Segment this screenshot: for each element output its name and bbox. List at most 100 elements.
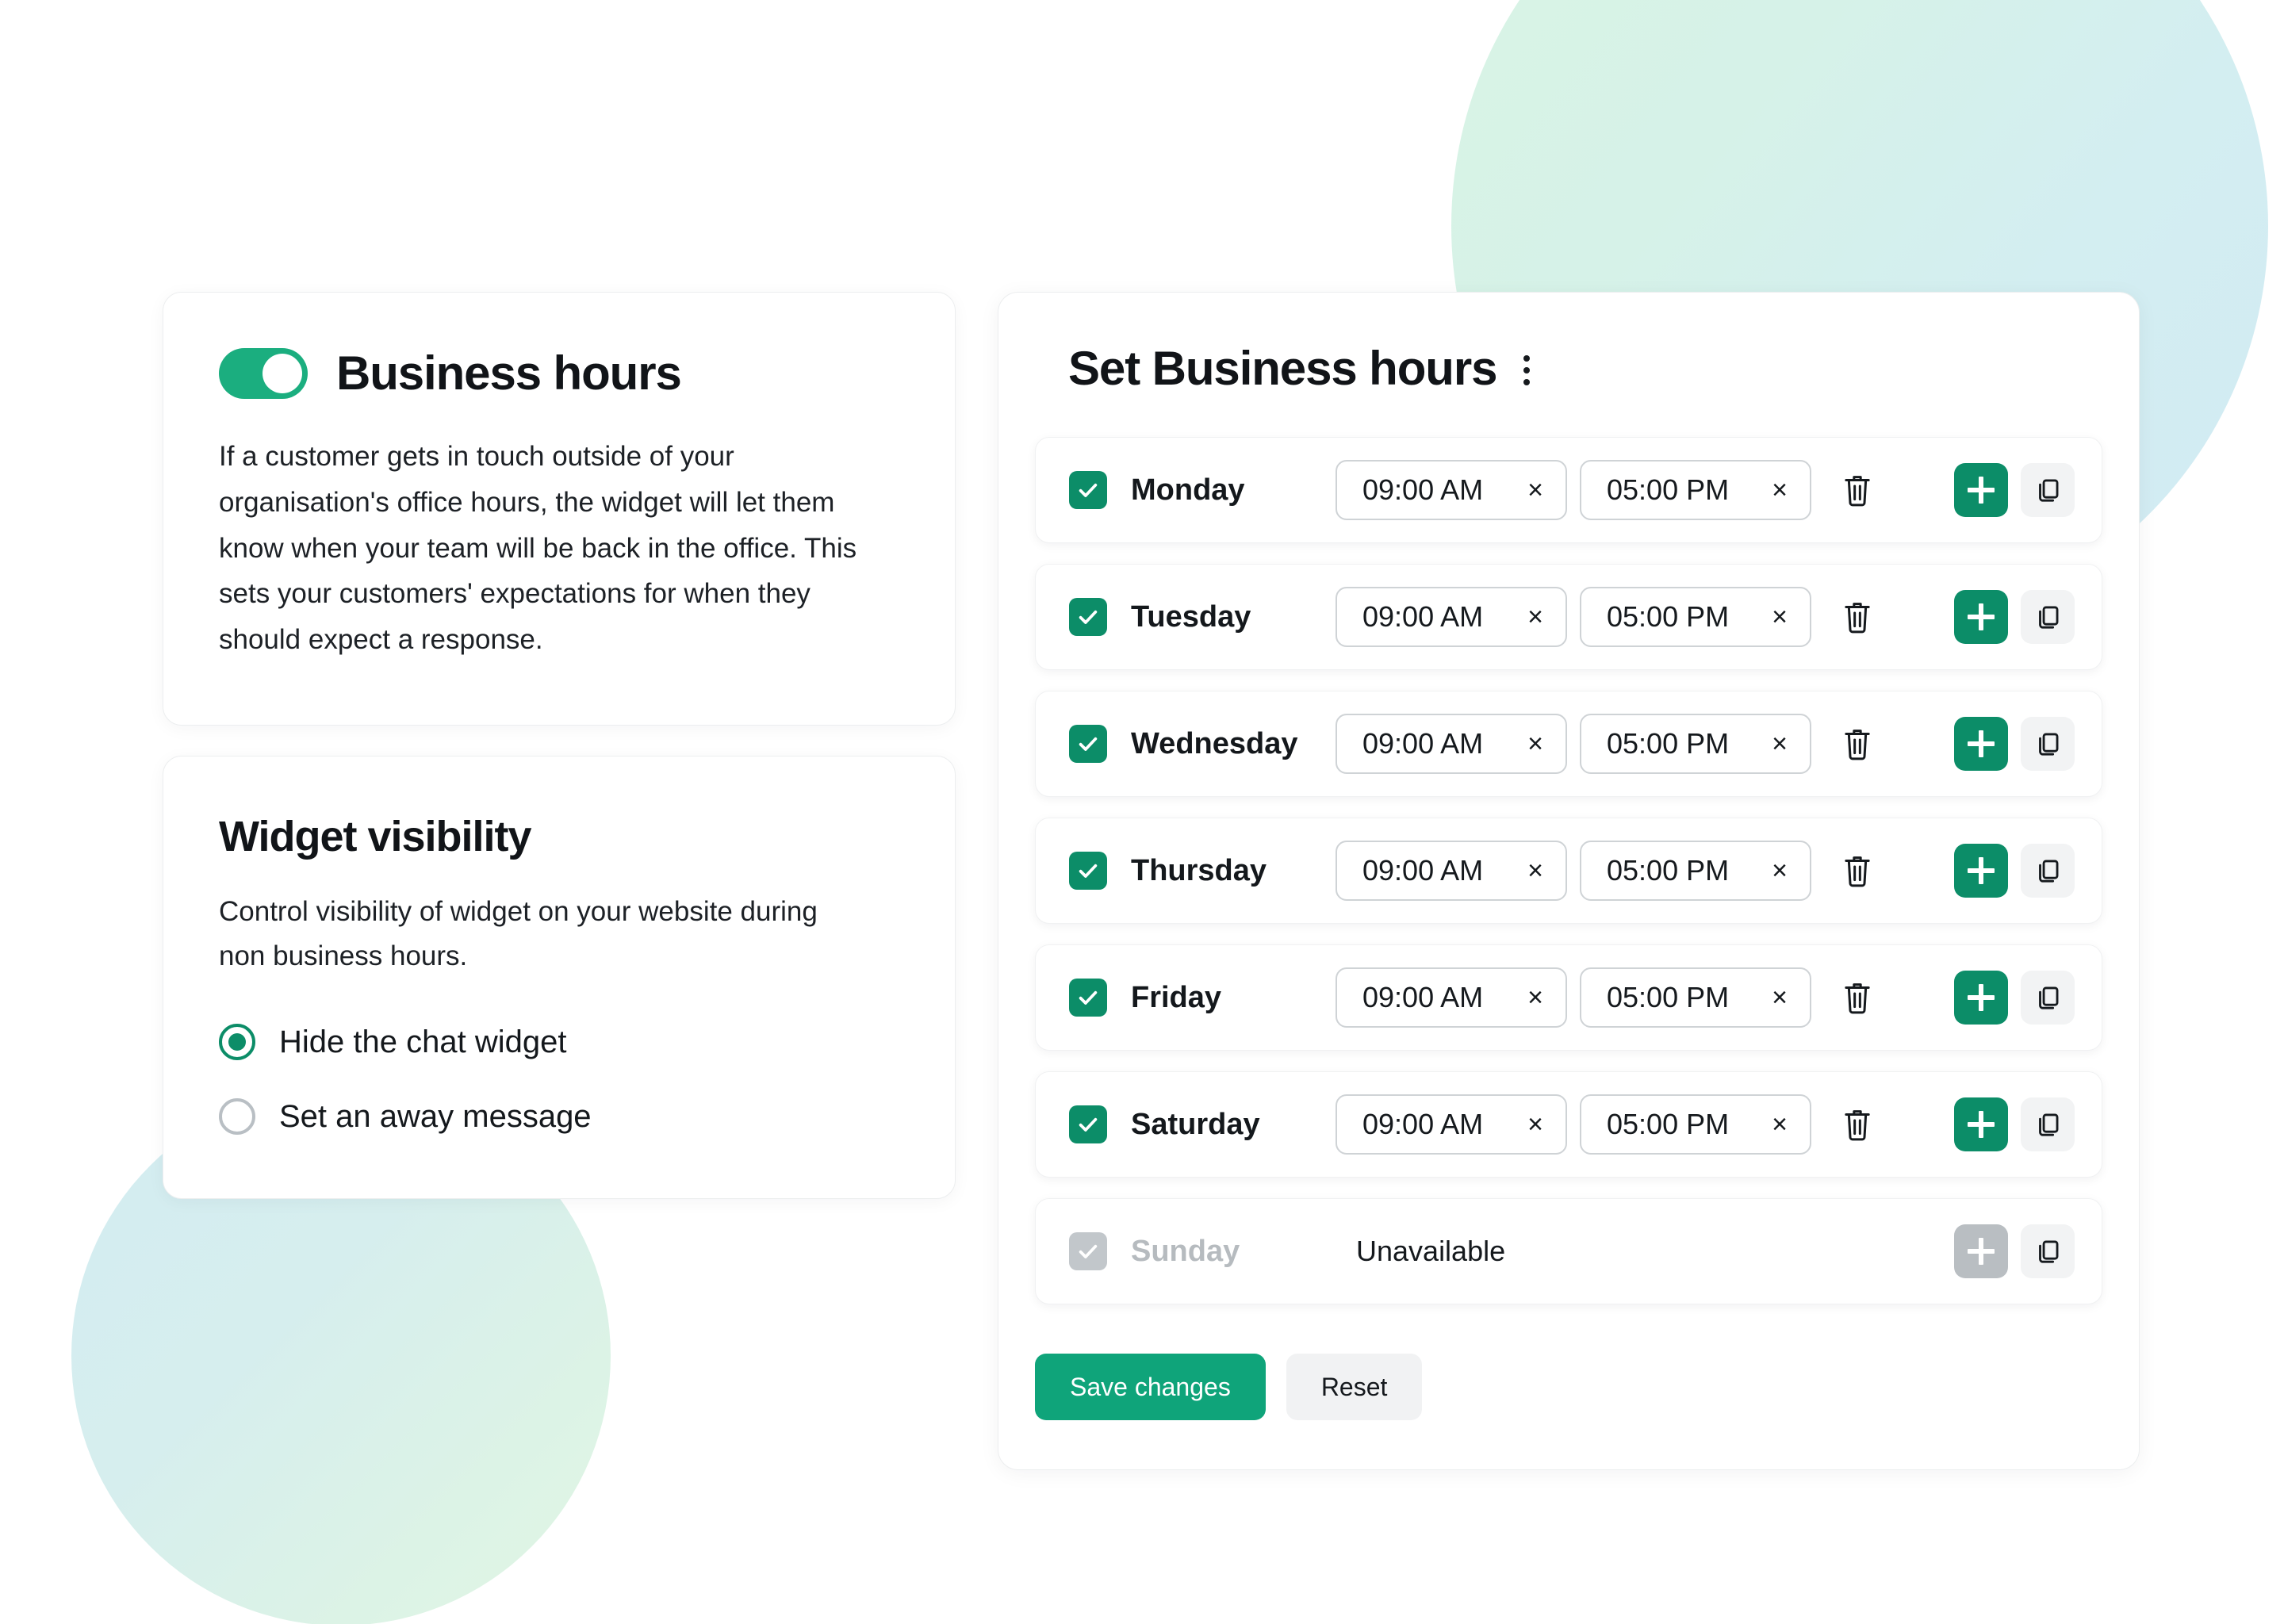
reset-button[interactable]: Reset [1286, 1354, 1423, 1420]
clear-start-time-icon[interactable]: × [1527, 603, 1543, 630]
trash-icon[interactable] [1835, 1100, 1880, 1149]
day-label: Tuesday [1131, 600, 1251, 634]
start-time-input[interactable]: 09:00 AM × [1336, 587, 1567, 647]
radio-unselected-icon[interactable] [219, 1098, 255, 1136]
clear-end-time-icon[interactable]: × [1772, 603, 1788, 630]
unavailable-label: Unavailable [1356, 1235, 1506, 1267]
day-label: Wednesday [1131, 727, 1298, 760]
table-row: Saturday 09:00 AM × 05:00 PM × [1035, 1071, 2102, 1178]
start-time-input[interactable]: 09:00 AM × [1336, 967, 1567, 1028]
copy-icon[interactable] [2021, 1224, 2075, 1278]
clear-end-time-icon[interactable]: × [1772, 1111, 1788, 1138]
clear-start-time-icon[interactable]: × [1527, 857, 1543, 884]
trash-icon[interactable] [1835, 592, 1880, 642]
clear-end-time-icon[interactable]: × [1772, 984, 1788, 1011]
table-row: Monday 09:00 AM × 05:00 PM × [1035, 437, 2102, 543]
kebab-menu-icon[interactable] [1516, 348, 1538, 393]
table-row: Tuesday 09:00 AM × 05:00 PM × [1035, 564, 2102, 670]
toggle-knob [263, 354, 302, 393]
checkbox-checked-icon[interactable] [1069, 852, 1107, 890]
checkbox-checked-icon[interactable] [1069, 725, 1107, 763]
start-time-value: 09:00 AM [1362, 981, 1484, 1013]
day-label: Sunday [1131, 1235, 1240, 1268]
checkbox-disabled-icon [1069, 1232, 1107, 1270]
end-time-input[interactable]: 05:00 PM × [1580, 714, 1811, 774]
start-time-value: 09:00 AM [1362, 1108, 1484, 1140]
widget-visibility-card: Widget visibility Control visibility of … [163, 755, 956, 1200]
copy-icon[interactable] [2021, 971, 2075, 1025]
trash-icon[interactable] [1835, 973, 1880, 1022]
checkbox-checked-icon[interactable] [1069, 979, 1107, 1017]
end-time-input[interactable]: 05:00 PM × [1580, 841, 1811, 901]
clear-end-time-icon[interactable]: × [1772, 730, 1788, 757]
start-time-input[interactable]: 09:00 AM × [1336, 841, 1567, 901]
end-time-value: 05:00 PM [1607, 981, 1730, 1013]
table-row: Sunday Unavailable [1035, 1198, 2102, 1304]
trash-icon[interactable] [1835, 465, 1880, 515]
business-hours-title: Business hours [336, 347, 682, 400]
start-time-input[interactable]: 09:00 AM × [1336, 714, 1567, 774]
business-hours-card: Business hours If a customer gets in tou… [163, 292, 956, 726]
page-stage: Business hours If a customer gets in tou… [0, 0, 2284, 1624]
trash-icon[interactable] [1835, 719, 1880, 768]
copy-icon[interactable] [2021, 717, 2075, 771]
widget-visibility-title: Widget visibility [219, 812, 532, 860]
start-time-value: 09:00 AM [1362, 600, 1484, 633]
table-row: Thursday 09:00 AM × 05:00 PM × [1035, 818, 2102, 924]
radio-option-away-message[interactable]: Set an away message [219, 1098, 899, 1136]
end-time-value: 05:00 PM [1607, 473, 1730, 506]
clear-start-time-icon[interactable]: × [1527, 730, 1543, 757]
add-slot-button[interactable] [1954, 971, 2008, 1025]
start-time-input[interactable]: 09:00 AM × [1336, 460, 1567, 520]
clear-start-time-icon[interactable]: × [1527, 984, 1543, 1011]
start-time-input[interactable]: 09:00 AM × [1336, 1094, 1567, 1155]
set-business-hours-header: Set Business hours [1035, 345, 2102, 393]
checkbox-checked-icon[interactable] [1069, 598, 1107, 636]
add-slot-button [1954, 1224, 2008, 1278]
add-slot-button[interactable] [1954, 717, 2008, 771]
day-label: Monday [1131, 473, 1245, 507]
end-time-input[interactable]: 05:00 PM × [1580, 587, 1811, 647]
copy-icon[interactable] [2021, 590, 2075, 644]
add-slot-button[interactable] [1954, 1097, 2008, 1151]
business-hours-toggle[interactable] [219, 348, 308, 399]
clear-end-time-icon[interactable]: × [1772, 857, 1788, 884]
left-column: Business hours If a customer gets in tou… [163, 292, 956, 1200]
day-label: Thursday [1131, 854, 1267, 887]
clear-start-time-icon[interactable]: × [1527, 1111, 1543, 1138]
end-time-value: 05:00 PM [1607, 600, 1730, 633]
widget-visibility-radio-group: Hide the chat widget Set an away message [219, 1024, 899, 1136]
radio-option-hide-widget[interactable]: Hide the chat widget [219, 1024, 899, 1061]
clear-start-time-icon[interactable]: × [1527, 477, 1543, 504]
radio-option-label: Hide the chat widget [279, 1025, 567, 1060]
end-time-input[interactable]: 05:00 PM × [1580, 460, 1811, 520]
day-label: Friday [1131, 981, 1222, 1014]
trash-icon[interactable] [1835, 846, 1880, 895]
add-slot-button[interactable] [1954, 463, 2008, 517]
end-time-value: 05:00 PM [1607, 1108, 1730, 1140]
start-time-value: 09:00 AM [1362, 473, 1484, 506]
business-hours-header: Business hours [219, 348, 899, 399]
start-time-value: 09:00 AM [1362, 727, 1484, 760]
table-row: Friday 09:00 AM × 05:00 PM × [1035, 944, 2102, 1051]
start-time-value: 09:00 AM [1362, 854, 1484, 887]
panel-footer: Save changes Reset [1035, 1354, 2102, 1420]
copy-icon[interactable] [2021, 463, 2075, 517]
end-time-value: 05:00 PM [1607, 854, 1730, 887]
save-changes-button[interactable]: Save changes [1035, 1354, 1266, 1420]
copy-icon[interactable] [2021, 844, 2075, 898]
end-time-input[interactable]: 05:00 PM × [1580, 1094, 1811, 1155]
clear-end-time-icon[interactable]: × [1772, 477, 1788, 504]
add-slot-button[interactable] [1954, 590, 2008, 644]
checkbox-checked-icon[interactable] [1069, 1105, 1107, 1143]
widget-visibility-description: Control visibility of widget on your web… [219, 895, 818, 972]
business-hours-description: If a customer gets in touch outside of y… [219, 441, 857, 655]
radio-selected-icon[interactable] [219, 1024, 255, 1061]
checkbox-checked-icon[interactable] [1069, 471, 1107, 509]
radio-option-label: Set an away message [279, 1099, 592, 1135]
end-time-input[interactable]: 05:00 PM × [1580, 967, 1811, 1028]
day-label: Saturday [1131, 1108, 1260, 1141]
add-slot-button[interactable] [1954, 844, 2008, 898]
table-row: Wednesday 09:00 AM × 05:00 PM × [1035, 691, 2102, 797]
copy-icon[interactable] [2021, 1097, 2075, 1151]
